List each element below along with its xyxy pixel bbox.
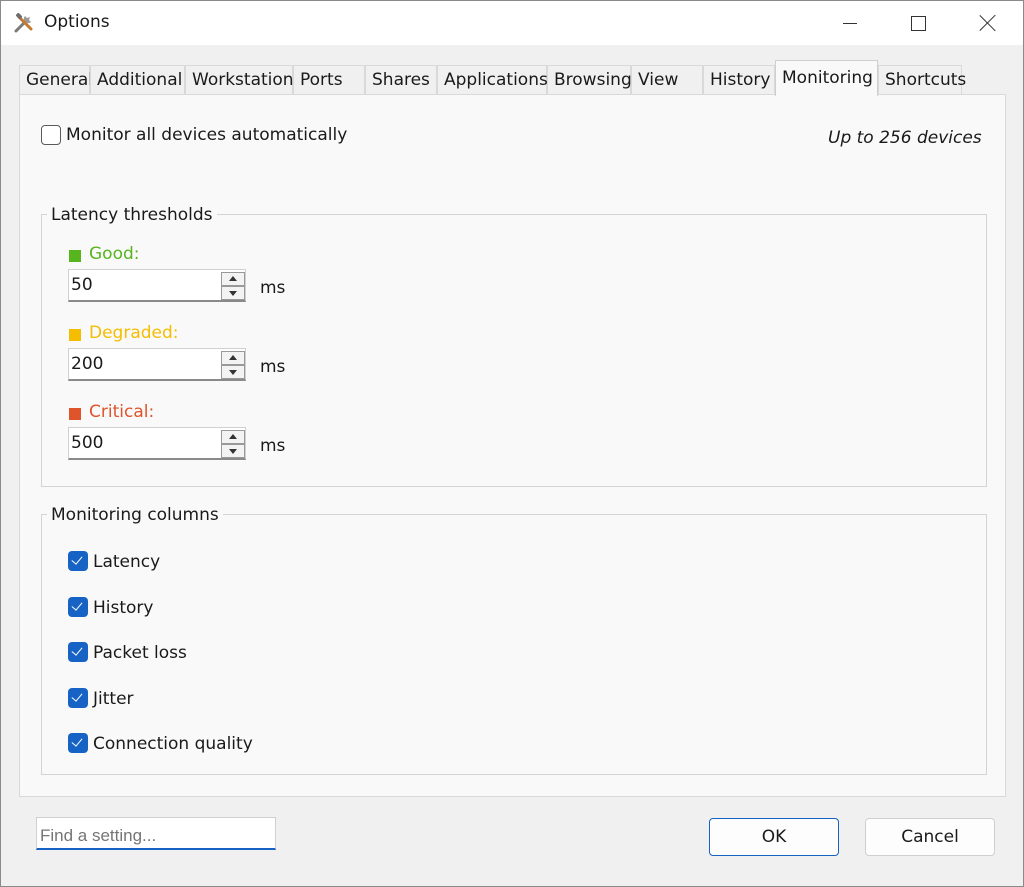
arrow-up-icon [229, 434, 237, 439]
arrow-up-icon [229, 355, 237, 360]
connection-quality-column-label[interactable]: Connection quality [93, 734, 253, 754]
tab-additional[interactable]: Additional [90, 65, 185, 95]
critical-label: Critical: [89, 402, 155, 422]
maximize-button[interactable] [883, 1, 953, 45]
tab-shares[interactable]: Shares [365, 65, 437, 95]
degraded-threshold-stepper[interactable]: 200 [68, 348, 246, 381]
latency-thresholds-title: Latency thresholds [47, 205, 217, 225]
latency-thresholds-group: Latency thresholds Good: 50 ms Degraded:… [41, 205, 987, 487]
maximize-icon [910, 15, 926, 31]
tab-history[interactable]: History [703, 65, 775, 95]
tab-browsing[interactable]: Browsing [547, 65, 632, 95]
close-icon [979, 14, 997, 32]
critical-increment-button[interactable] [221, 430, 245, 444]
degraded-color-swatch [69, 329, 81, 341]
latency-column-checkbox[interactable] [68, 551, 88, 571]
tab-ports[interactable]: Ports [293, 65, 365, 95]
good-label: Good: [89, 244, 140, 264]
arrow-down-icon [229, 291, 237, 296]
degraded-threshold-value[interactable]: 200 [71, 354, 103, 374]
degraded-label: Degraded: [89, 323, 179, 343]
jitter-column-label[interactable]: Jitter [93, 689, 134, 709]
good-threshold-value[interactable]: 50 [71, 275, 93, 295]
critical-threshold-stepper[interactable]: 500 [68, 427, 246, 460]
tools-icon [13, 12, 37, 34]
good-color-swatch [69, 250, 81, 262]
monitoring-columns-group: Monitoring columns Latency History Packe… [41, 505, 987, 775]
window-title: Options [44, 12, 110, 32]
close-button[interactable] [953, 1, 1023, 45]
minimize-button[interactable] [815, 1, 885, 45]
latency-column-label[interactable]: Latency [93, 552, 160, 572]
critical-color-swatch [69, 408, 81, 420]
options-dialog: Options General Additional Workstation P… [0, 0, 1024, 887]
tab-monitoring[interactable]: Monitoring [775, 60, 878, 96]
history-column-checkbox[interactable] [68, 597, 88, 617]
arrow-down-icon [229, 370, 237, 375]
tab-general[interactable]: General [19, 65, 93, 95]
degraded-increment-button[interactable] [221, 351, 245, 365]
arrow-up-icon [229, 276, 237, 281]
packet-loss-column-label[interactable]: Packet loss [93, 643, 187, 663]
arrow-down-icon [229, 449, 237, 454]
monitoring-panel: Monitor all devices automatically Latenc… [19, 94, 1006, 797]
tab-workstation[interactable]: Workstation [185, 65, 294, 95]
ok-button[interactable]: OK [709, 818, 839, 856]
auto-monitor-checkbox[interactable] [41, 125, 61, 145]
find-setting-input[interactable] [36, 817, 276, 850]
device-limit-note: Up to 256 devices [828, 128, 982, 148]
critical-decrement-button[interactable] [221, 444, 245, 458]
history-column-label[interactable]: History [93, 598, 153, 618]
tab-applications[interactable]: Applications [437, 65, 548, 95]
good-decrement-button[interactable] [221, 286, 245, 300]
monitoring-columns-title: Monitoring columns [47, 505, 223, 525]
minimize-icon [843, 22, 857, 24]
connection-quality-column-checkbox[interactable] [68, 733, 88, 753]
good-unit: ms [260, 278, 286, 298]
jitter-column-checkbox[interactable] [68, 688, 88, 708]
critical-threshold-value[interactable]: 500 [71, 433, 103, 453]
good-threshold-stepper[interactable]: 50 [68, 269, 246, 302]
tab-view[interactable]: View [631, 65, 703, 95]
cancel-button[interactable]: Cancel [865, 818, 995, 856]
critical-unit: ms [260, 436, 286, 456]
good-increment-button[interactable] [221, 272, 245, 286]
auto-monitor-label[interactable]: Monitor all devices automatically [66, 125, 347, 145]
packet-loss-column-checkbox[interactable] [68, 642, 88, 662]
title-bar[interactable]: Options [1, 1, 1023, 45]
degraded-unit: ms [260, 357, 286, 377]
degraded-decrement-button[interactable] [221, 365, 245, 379]
tab-shortcuts[interactable]: Shortcuts [878, 65, 966, 95]
